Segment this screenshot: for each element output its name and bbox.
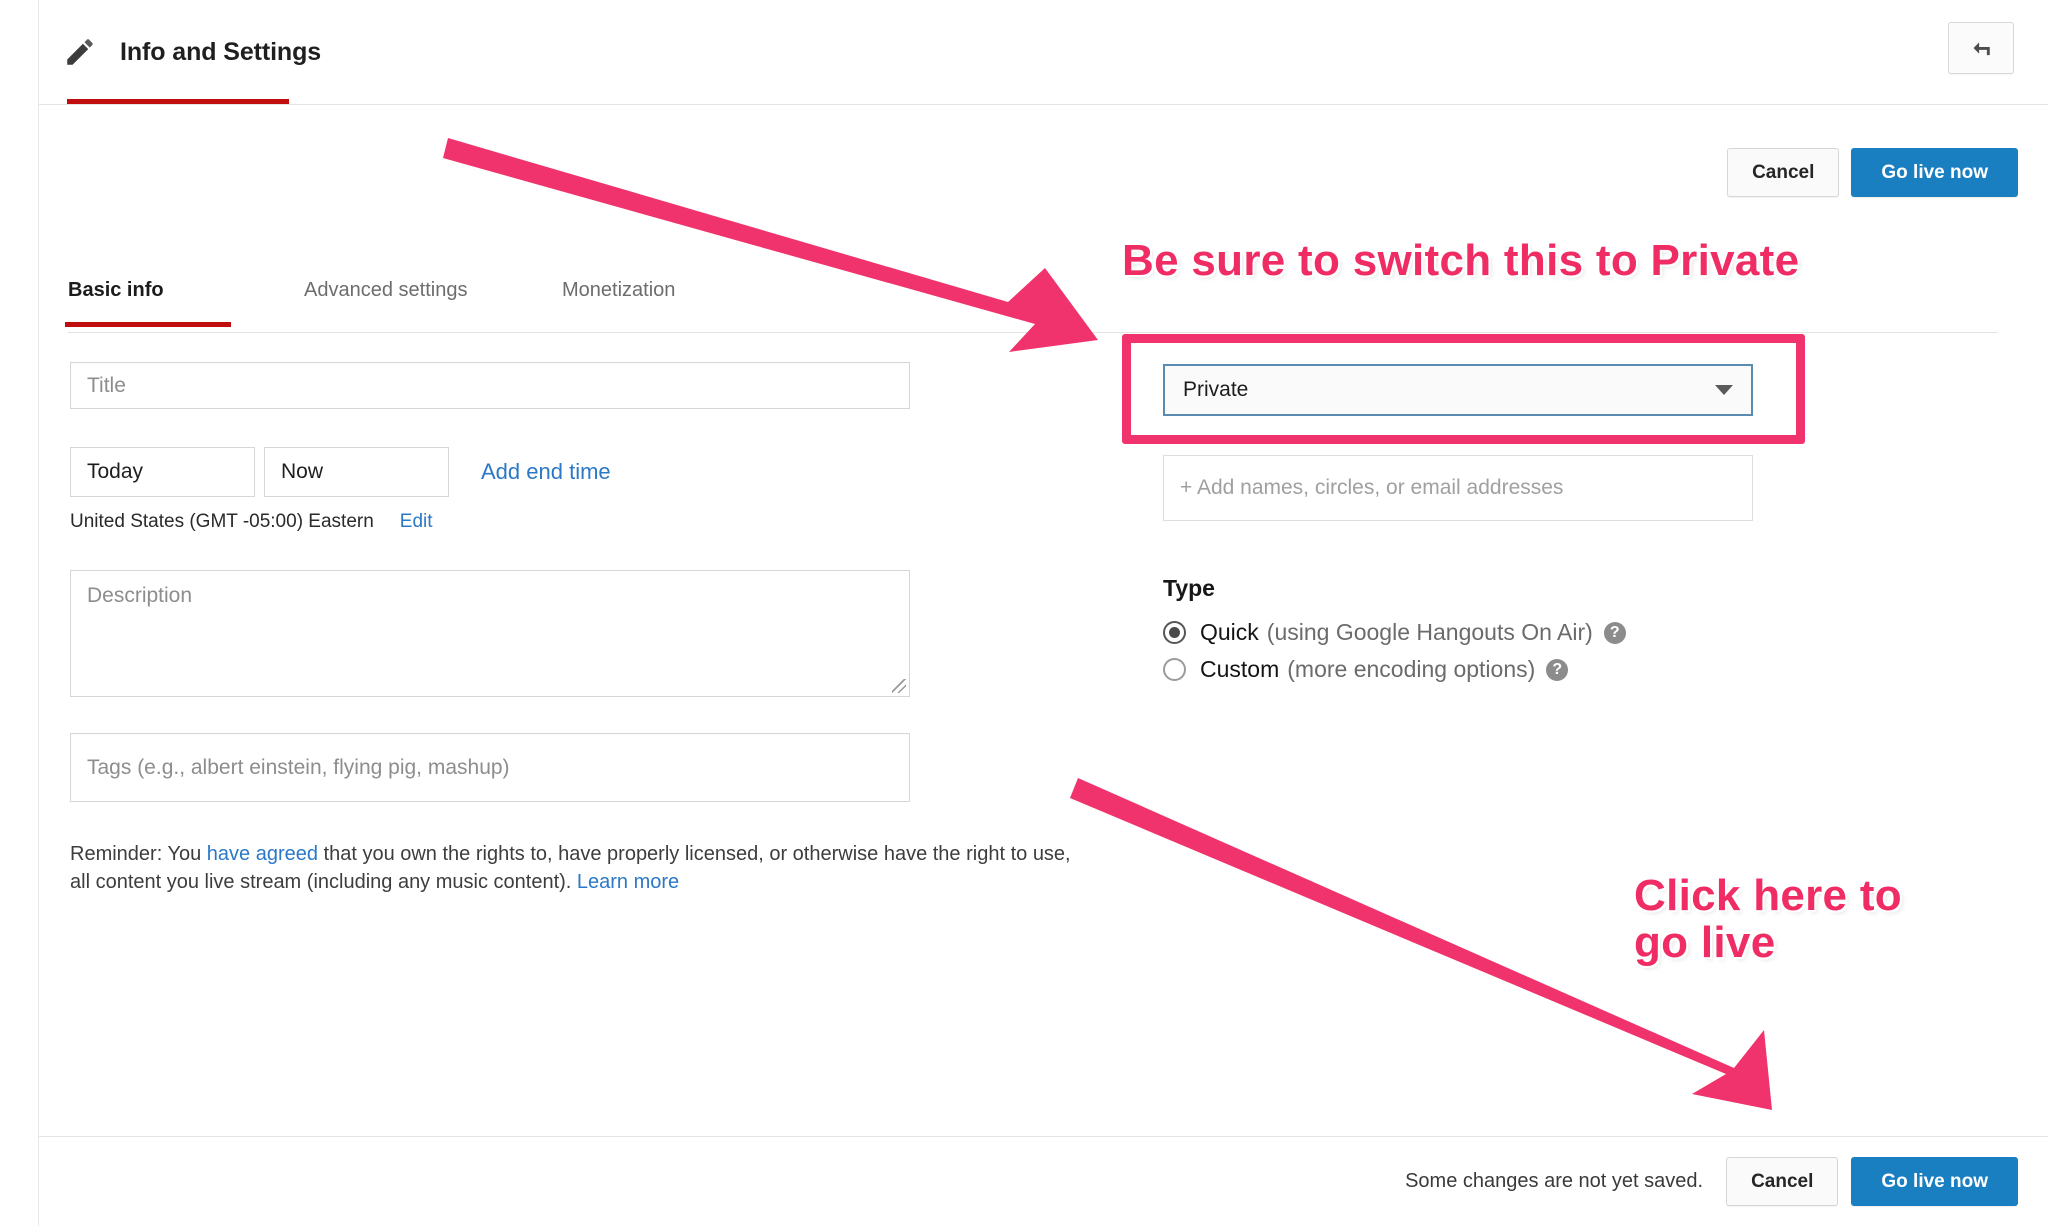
type-section: Type Quick (using Google Hangouts On Air… [1163, 575, 1863, 693]
add-end-time-link[interactable]: Add end time [481, 459, 611, 485]
radio-custom[interactable] [1163, 658, 1186, 681]
radio-custom-detail: (more encoding options) [1287, 656, 1536, 682]
radio-quick[interactable] [1163, 621, 1186, 644]
bottom-action-bar: Some changes are not yet saved. Cancel G… [39, 1136, 2048, 1226]
timezone-label: United States (GMT -05:00) Eastern [70, 511, 374, 532]
have-agreed-link[interactable]: have agreed [207, 843, 318, 865]
type-section-label: Type [1163, 575, 1215, 601]
timezone-edit-link[interactable]: Edit [400, 511, 433, 533]
learn-more-link[interactable]: Learn more [577, 871, 679, 893]
privacy-select[interactable]: Private [1163, 364, 1753, 416]
reminder-prefix: Reminder: You [70, 843, 207, 865]
page-left-gutter [0, 0, 39, 1226]
tab-advanced-settings[interactable]: Advanced settings [304, 276, 524, 302]
schedule-row: Today Now Add end time [70, 447, 920, 497]
page-right-gutter [2034, 0, 2048, 1226]
top-action-bar: Cancel Go live now [1727, 148, 2018, 197]
description-placeholder: Description [87, 584, 193, 607]
cancel-button-bottom[interactable]: Cancel [1726, 1157, 1839, 1206]
description-textarea[interactable]: Description [70, 570, 910, 697]
tags-input[interactable]: Tags (e.g., albert einstein, flying pig,… [70, 733, 910, 802]
chevron-down-icon [1715, 385, 1733, 395]
radio-row-quick[interactable]: Quick (using Google Hangouts On Air) ? [1163, 619, 1863, 646]
basic-info-form: Title Today Now Add end time United Stat… [70, 362, 1071, 896]
settings-tabs: Basic info Advanced settings Monetizatio… [65, 276, 1998, 333]
help-icon-custom[interactable]: ? [1546, 658, 1569, 681]
radio-custom-label: Custom [1200, 656, 1280, 682]
help-icon-quick[interactable]: ? [1603, 621, 1626, 644]
arrow-to-go-live-icon [1070, 778, 1772, 1110]
live-event-info-settings-page: Info and Settings Cancel Go live now Bas… [0, 0, 2048, 1226]
timezone-row: United States (GMT -05:00) Eastern Edit [70, 511, 920, 533]
radio-quick-detail: (using Google Hangouts On Air) [1266, 619, 1593, 645]
header-tab-active-underline [67, 99, 289, 104]
tab-monetization[interactable]: Monetization [562, 276, 762, 302]
annotation-golive-line2: go live [1634, 917, 1776, 967]
radio-row-custom[interactable]: Custom (more encoding options) ? [1163, 656, 1863, 683]
privacy-select-value: Private [1183, 378, 1249, 401]
back-button[interactable] [1948, 22, 2014, 74]
back-arrow-icon [1966, 33, 1996, 63]
start-time-input[interactable]: Now [264, 447, 449, 497]
header-tab-info-and-settings[interactable]: Info and Settings [53, 0, 335, 104]
radio-quick-label: Quick [1200, 619, 1259, 645]
save-status-text: Some changes are not yet saved. [1405, 1170, 1704, 1192]
tab-basic-info[interactable]: Basic info [65, 276, 231, 327]
rights-reminder-text: Reminder: You have agreed that you own t… [70, 841, 1090, 896]
go-live-now-button-top[interactable]: Go live now [1851, 148, 2018, 197]
resize-grip-icon[interactable] [892, 679, 906, 693]
page-header: Info and Settings [39, 0, 2048, 105]
go-live-now-button-bottom[interactable]: Go live now [1851, 1157, 2018, 1206]
start-date-input[interactable]: Today [70, 447, 255, 497]
annotation-click-here-to-go-live: Click here to go live [1634, 871, 1902, 967]
share-with-input[interactable]: + Add names, circles, or email addresses [1163, 455, 1753, 521]
title-input[interactable]: Title [70, 362, 910, 409]
annotation-golive-line1: Click here to [1634, 871, 1902, 920]
pencil-icon [63, 35, 97, 69]
cancel-button-top[interactable]: Cancel [1727, 148, 1840, 197]
page-title: Info and Settings [120, 37, 322, 66]
